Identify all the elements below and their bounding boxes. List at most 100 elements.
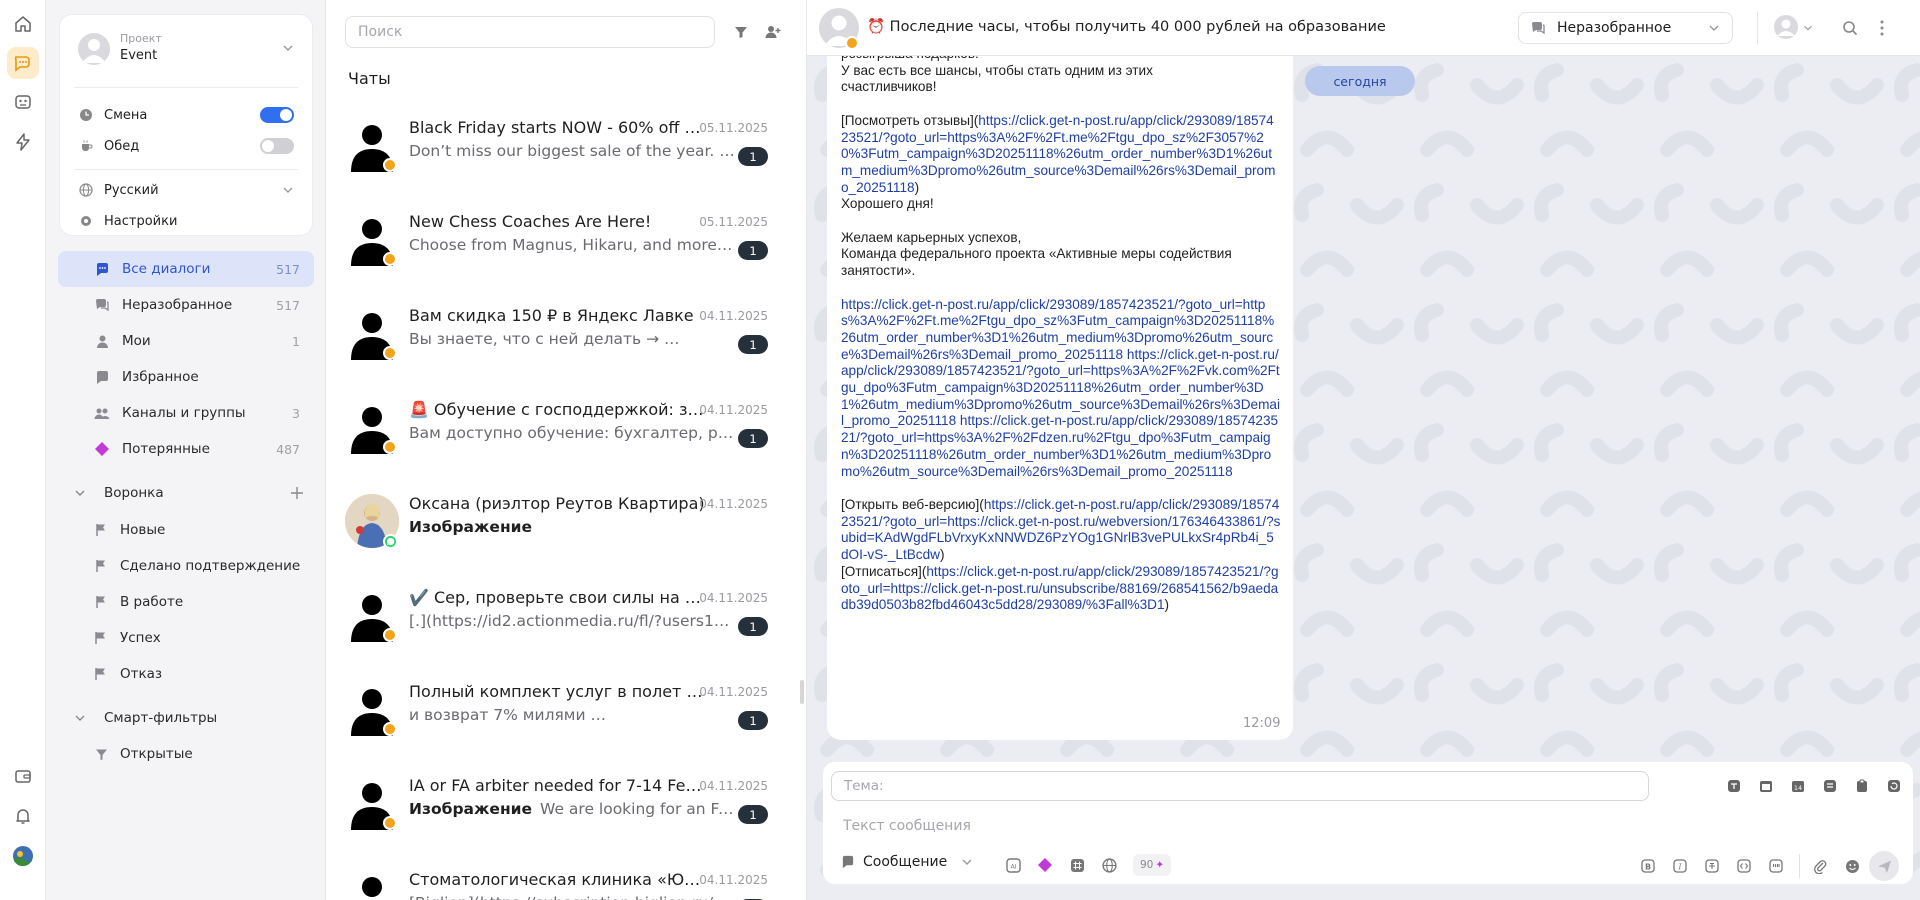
language-row[interactable]: Русский [78, 179, 294, 201]
user-avatar-icon[interactable] [7, 840, 39, 872]
filter-icon[interactable] [734, 25, 748, 39]
chat-list-item[interactable]: Вам скидка 150 ₽ в Яндекс Лавке 04.11.202… [327, 280, 797, 374]
paperclip-icon[interactable] [1812, 858, 1828, 874]
project-card: Проект Event Смена Обед Русский Настройк… [60, 15, 312, 235]
wallet-icon[interactable] [7, 760, 39, 792]
flag-icon [94, 595, 108, 609]
project-avatar[interactable] [78, 33, 110, 65]
subject-input[interactable]: Тема: [831, 771, 1649, 801]
menu-item-favorites[interactable]: Избранное [58, 359, 314, 395]
email-channel-badge [383, 158, 397, 172]
emoji-icon[interactable] [1844, 858, 1860, 874]
scrollbar[interactable] [800, 680, 804, 704]
menu-count: 517 [276, 297, 300, 313]
email-channel-badge [383, 816, 397, 830]
quote-icon[interactable] [1768, 858, 1784, 874]
bold-icon[interactable]: B [1640, 858, 1656, 874]
svg-text:AI: AI [1010, 863, 1016, 870]
template-icon[interactable] [1726, 778, 1742, 794]
chat-list-item[interactable]: New Chess Coaches Are Here! 05.11.2025 Cho… [327, 186, 797, 280]
chat-preview: [.](https://id2.actionmedia.ru/fl/?users… [409, 612, 735, 630]
funnel-item-new[interactable]: Новые [58, 512, 314, 548]
menu-item-all-dialogs[interactable]: Все диалоги 517 [58, 251, 314, 287]
clipboard-icon[interactable] [1854, 778, 1870, 794]
chat-date: 05.11.2025 [699, 121, 768, 135]
unread-count-badge: 1 [738, 241, 768, 260]
calendar-edit-icon[interactable] [1758, 778, 1774, 794]
chat-date: 04.11.2025 [699, 779, 768, 793]
plus-icon[interactable] [290, 486, 304, 500]
funnel-item-in-progress[interactable]: В работе [58, 584, 314, 620]
chat-title: New Chess Coaches Are Here! [409, 212, 652, 231]
bot-icon[interactable] [7, 86, 39, 118]
search-icon[interactable] [1842, 20, 1858, 36]
chat-list-item[interactable]: Оксана (риэлтор Реутов Квартира) 04.11.20… [327, 468, 797, 562]
message-input[interactable]: Текст сообщения [843, 818, 971, 834]
italic-icon[interactable]: I [1672, 858, 1688, 874]
chevron-down-icon [1708, 22, 1720, 34]
chat-list-item[interactable]: ✔️ Сер, проверьте свои силы на Едином те… [327, 562, 797, 656]
hashtag-icon[interactable] [1069, 857, 1085, 873]
chat-preview: [Biglion](https://subscription.biglion.r… [409, 894, 735, 900]
chat-list-item[interactable]: Black Friday starts NOW - 60% off Chess.… [327, 92, 797, 186]
group-icon [94, 405, 110, 421]
code-icon[interactable] [1736, 858, 1752, 874]
strikethrough-icon[interactable] [1704, 858, 1720, 874]
chats-nav-icon[interactable] [7, 47, 39, 79]
chat-preview: Изображение We are looking for an FA arbi… [409, 800, 735, 818]
chat-date: 04.11.2025 [699, 497, 768, 511]
chat-preview-text: [Biglion](https://subscription.biglion.r… [409, 894, 735, 900]
smart-filters-section-header[interactable]: Смарт-фильтры [58, 700, 314, 736]
chevron-down-icon[interactable] [282, 42, 294, 54]
lightning-icon[interactable] [7, 126, 39, 158]
calendar-icon[interactable]: 14 [1790, 778, 1806, 794]
chat-date: 05.11.2025 [699, 215, 768, 229]
note-icon[interactable] [1822, 778, 1838, 794]
menu-label: Неразобранное [122, 297, 233, 313]
lunch-toggle[interactable] [260, 138, 294, 154]
more-vertical-icon[interactable] [1879, 20, 1885, 36]
menu-item-lost[interactable]: Потерянные 487 [58, 431, 314, 467]
menu-item-unsorted[interactable]: Неразобранное 517 [58, 287, 314, 323]
send-button[interactable] [1869, 851, 1899, 881]
shift-toggle[interactable] [260, 107, 294, 123]
assignee-avatar[interactable] [1773, 14, 1799, 40]
language-label: Русский [104, 182, 159, 198]
chat-preview-text: и возврат 7% милями … [409, 706, 606, 724]
smart-filters-title: Смарт-фильтры [104, 710, 218, 726]
app-rail [0, 0, 46, 900]
folder-select[interactable]: Неразобранное [1518, 12, 1733, 44]
message-mode-select[interactable]: Сообщение [841, 854, 973, 870]
add-contact-icon[interactable] [765, 24, 781, 40]
funnel-item-rejected[interactable]: Отказ [58, 656, 314, 692]
chat-preview-text: Choose from Magnus, Hikaru, and more. Le… [409, 236, 735, 254]
ai-icon[interactable]: AI [1005, 857, 1021, 873]
bell-icon[interactable] [7, 800, 39, 832]
coffee-icon [78, 138, 94, 154]
home-icon[interactable] [7, 8, 39, 40]
chat-title: Оксана (риэлтор Реутов Квартира) [409, 494, 705, 513]
message-composer: Тема: 14 Текст сообщения Сообщение AI 90… [823, 762, 1913, 884]
project-name[interactable]: Event [120, 48, 157, 63]
globe-icon[interactable] [1101, 857, 1117, 873]
funnel-item-success[interactable]: Успех [58, 620, 314, 656]
email-channel-badge [845, 36, 859, 50]
menu-item-channels-groups[interactable]: Каналы и группы 3 [58, 395, 314, 431]
chevron-down-icon[interactable] [1803, 23, 1813, 33]
chat-list-item[interactable]: 🚨 Обучение с господдержкой: заберите сво… [327, 374, 797, 468]
menu-item-mine[interactable]: Мои 1 [58, 323, 314, 359]
chevron-down-icon [961, 856, 973, 868]
smart-filter-open[interactable]: Открытые [58, 736, 314, 772]
refresh-icon[interactable] [1886, 778, 1902, 794]
settings-row[interactable]: Настройки [78, 210, 294, 232]
chat-list-item[interactable]: IA or FA arbiter needed for 7-14 Februar… [327, 750, 797, 844]
chats-heading: Чаты [348, 69, 391, 88]
funnel-section-header[interactable]: Воронка [58, 475, 314, 511]
chevron-down-icon [74, 712, 86, 724]
search-input[interactable]: Поиск [345, 16, 715, 48]
diamond-icon[interactable] [1037, 857, 1053, 873]
chat-list-item[interactable]: Полный комплект услуг в полет 🧳 и бонусы… [327, 656, 797, 750]
funnel-item-confirmed[interactable]: Сделано подтверждение [58, 548, 314, 584]
person-icon [345, 870, 399, 900]
chat-list-item[interactable]: Стоматологическая клиника «Юга-Дент»: ск… [327, 844, 797, 900]
